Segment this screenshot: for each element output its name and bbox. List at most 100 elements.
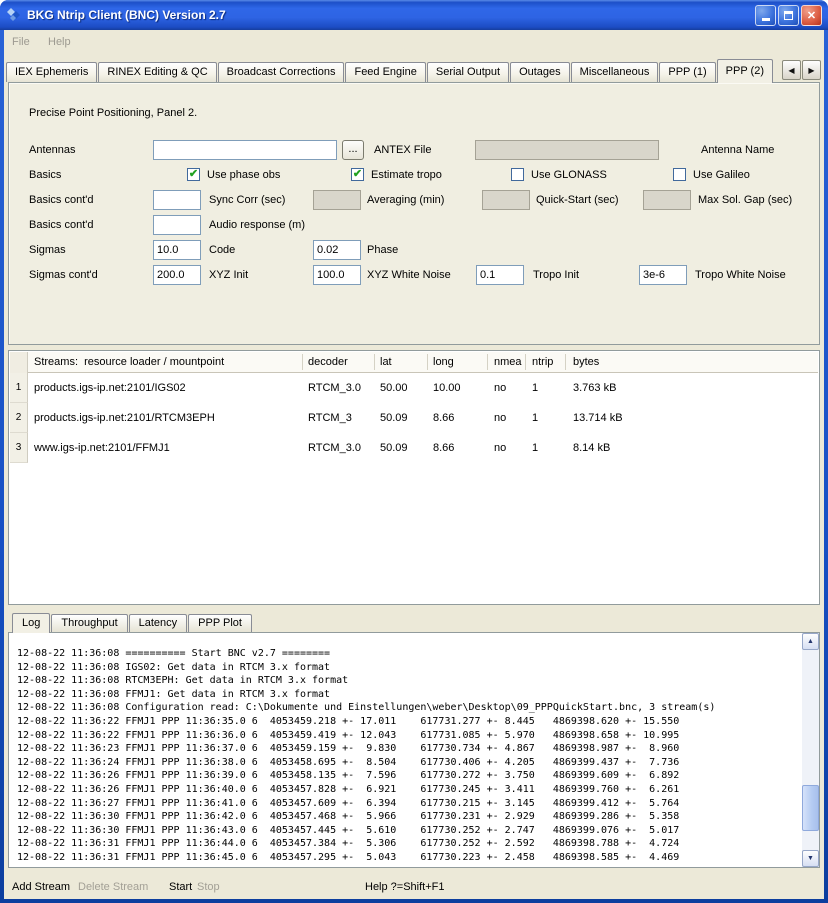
- tropo-init-input[interactable]: [476, 265, 524, 285]
- tab-ppp-2[interactable]: PPP (2): [717, 59, 773, 83]
- window-title: BKG Ntrip Client (BNC) Version 2.7: [27, 8, 226, 22]
- tropo-white-noise-input[interactable]: [639, 265, 687, 285]
- xyz-init-label: XYZ Init: [209, 269, 248, 281]
- header-separator: [374, 354, 375, 370]
- table-corner-cell: [10, 352, 28, 373]
- use-galileo-label: Use Galileo: [693, 169, 750, 181]
- antex-file-input: [475, 140, 659, 160]
- window-controls: ✕: [755, 5, 822, 26]
- xyz-init-input[interactable]: [153, 265, 201, 285]
- tab-feed-engine[interactable]: Feed Engine: [345, 62, 425, 82]
- header-nmea[interactable]: nmea: [494, 356, 522, 368]
- max-sol-gap-input: [643, 190, 691, 210]
- cell-bytes: 3.763 kB: [573, 373, 616, 403]
- cell-decoder: RTCM_3.0: [308, 433, 361, 463]
- minimize-button[interactable]: [755, 5, 776, 26]
- sigma-code-input[interactable]: [153, 240, 201, 260]
- start-button[interactable]: Start: [169, 881, 192, 893]
- header-separator: [565, 354, 566, 370]
- streams-table-header[interactable]: Streams: resource loader / mountpoint de…: [10, 352, 818, 373]
- scroll-up-button[interactable]: ▲: [802, 633, 819, 650]
- close-button[interactable]: ✕: [801, 5, 822, 26]
- tab-miscellaneous[interactable]: Miscellaneous: [571, 62, 659, 82]
- sigma-phase-label: Phase: [367, 244, 398, 256]
- add-stream-button[interactable]: Add Stream: [12, 881, 70, 893]
- header-mountpoint[interactable]: Streams: resource loader / mountpoint: [34, 356, 224, 368]
- tab-rinex-editing-qc[interactable]: RINEX Editing & QC: [98, 62, 216, 82]
- title-bar[interactable]: BKG Ntrip Client (BNC) Version 2.7 ✕: [0, 0, 828, 30]
- tab-iex-ephemeris[interactable]: IEX Ephemeris: [6, 62, 97, 82]
- use-phase-obs-label: Use phase obs: [207, 169, 280, 181]
- tab-log[interactable]: Log: [12, 613, 50, 633]
- log-line: 12-08-22 11:36:23 FFMJ1 PPP 11:36:37.0 6…: [17, 742, 802, 756]
- tab-throughput[interactable]: Throughput: [51, 614, 127, 632]
- audio-response-label: Audio response (m): [209, 219, 305, 231]
- sync-corr-label: Sync Corr (sec): [209, 194, 285, 206]
- tab-broadcast-corrections[interactable]: Broadcast Corrections: [218, 62, 345, 82]
- antennas-input[interactable]: [153, 140, 337, 160]
- sigmas-contd-label: Sigmas cont'd: [29, 269, 98, 281]
- tab-scroll-right-button[interactable]: ▶: [802, 60, 821, 80]
- cell-long: 10.00: [433, 373, 461, 403]
- menu-file[interactable]: File: [12, 36, 30, 48]
- basics-label: Basics: [29, 169, 61, 181]
- tab-latency[interactable]: Latency: [129, 614, 188, 632]
- cell-ntrip: 1: [532, 433, 538, 463]
- log-line: 12-08-22 11:36:08 FFMJ1: Get data in RTC…: [17, 688, 802, 702]
- estimate-tropo-label: Estimate tropo: [371, 169, 442, 181]
- basics-contd2-label: Basics cont'd: [29, 219, 93, 231]
- cell-mountpoint: products.igs-ip.net:2101/RTCM3EPH: [34, 403, 215, 433]
- header-decoder[interactable]: decoder: [308, 356, 348, 368]
- header-lat[interactable]: lat: [380, 356, 392, 368]
- cell-mountpoint: products.igs-ip.net:2101/IGS02: [34, 373, 186, 403]
- basics-contd-label: Basics cont'd: [29, 194, 93, 206]
- antex-browse-button[interactable]: ...: [342, 140, 364, 160]
- sync-corr-input[interactable]: [153, 190, 201, 210]
- tab-ppp-plot[interactable]: PPP Plot: [188, 614, 252, 632]
- table-row[interactable]: 1 products.igs-ip.net:2101/IGS02 RTCM_3.…: [10, 373, 818, 403]
- use-glonass-checkbox[interactable]: [511, 168, 524, 181]
- sigma-phase-input[interactable]: [313, 240, 361, 260]
- scrollbar-thumb[interactable]: [802, 785, 819, 831]
- cell-bytes: 8.14 kB: [573, 433, 610, 463]
- tab-scroll-left-icon: ◀: [788, 66, 794, 75]
- cell-long: 8.66: [433, 403, 454, 433]
- log-line: 12-08-22 11:36:08 RTCM3EPH: Get data in …: [17, 674, 802, 688]
- menu-help[interactable]: Help: [48, 36, 71, 48]
- log-scrollbar[interactable]: ▲ ▼: [802, 633, 819, 867]
- header-bytes[interactable]: bytes: [573, 356, 599, 368]
- cell-mountpoint: www.igs-ip.net:2101/FFMJ1: [34, 433, 170, 463]
- use-galileo-checkbox[interactable]: [673, 168, 686, 181]
- table-row[interactable]: 2 products.igs-ip.net:2101/RTCM3EPH RTCM…: [10, 403, 818, 433]
- tab-serial-output[interactable]: Serial Output: [427, 62, 509, 82]
- log-line: 12-08-22 11:36:26 FFMJ1 PPP 11:36:39.0 6…: [17, 769, 802, 783]
- header-ntrip[interactable]: ntrip: [532, 356, 553, 368]
- tropo-white-noise-label: Tropo White Noise: [695, 269, 786, 281]
- streams-table: Streams: resource loader / mountpoint de…: [8, 350, 820, 605]
- cell-nmea: no: [494, 433, 506, 463]
- tab-scroll-left-button[interactable]: ◀: [782, 60, 801, 80]
- scroll-down-button[interactable]: ▼: [802, 850, 819, 867]
- header-long[interactable]: long: [433, 356, 454, 368]
- table-row[interactable]: 3 www.igs-ip.net:2101/FFMJ1 RTCM_3.0 50.…: [10, 433, 818, 463]
- row-number[interactable]: 1: [10, 373, 28, 403]
- audio-response-input[interactable]: [153, 215, 201, 235]
- log-line: 12-08-22 11:36:27 FFMJ1 PPP 11:36:41.0 6…: [17, 797, 802, 811]
- antex-file-label: ANTEX File: [374, 144, 431, 156]
- row-number[interactable]: 3: [10, 433, 28, 463]
- cell-decoder: RTCM_3: [308, 403, 352, 433]
- log-line: 12-08-22 11:36:08 ========== Start BNC v…: [17, 647, 802, 661]
- row-number[interactable]: 2: [10, 403, 28, 433]
- tab-ppp-1[interactable]: PPP (1): [659, 62, 715, 82]
- tab-outages[interactable]: Outages: [510, 62, 570, 82]
- ppp2-panel: Precise Point Positioning, Panel 2. Ante…: [8, 82, 820, 345]
- use-phase-obs-checkbox[interactable]: ✔: [187, 168, 200, 181]
- log-line: 12-08-22 11:36:31 FFMJ1 PPP 11:36:45.0 6…: [17, 851, 802, 865]
- bottom-tab-bar: Log Throughput Latency PPP Plot: [8, 612, 253, 632]
- log-output[interactable]: 12-08-22 11:36:08 ========== Start BNC v…: [9, 633, 802, 867]
- averaging-input: [313, 190, 361, 210]
- maximize-button[interactable]: [778, 5, 799, 26]
- log-line: 12-08-22 11:36:08 Configuration read: C:…: [17, 701, 802, 715]
- estimate-tropo-checkbox[interactable]: ✔: [351, 168, 364, 181]
- xyz-white-noise-input[interactable]: [313, 265, 361, 285]
